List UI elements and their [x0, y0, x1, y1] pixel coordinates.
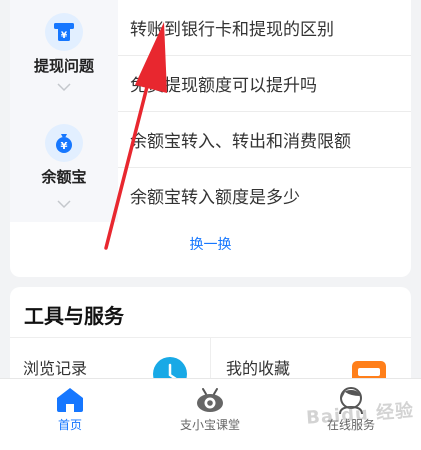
- tab-zhixiaobao-class[interactable]: 支小宝课堂: [140, 379, 280, 450]
- faq-card: ¥ 提现问题 ¥ 余额宝 转账到银行卡和提现的区别 免费提现额度可以提升吗 余额…: [10, 0, 411, 277]
- chevron-down-icon[interactable]: [56, 77, 72, 96]
- svg-text:¥: ¥: [61, 141, 68, 152]
- faq-category-label: 余额宝: [41, 168, 87, 186]
- tool-label: 浏览记录: [23, 359, 88, 378]
- faq-question[interactable]: 余额宝转入、转出和消费限额: [118, 112, 411, 168]
- faq-category-withdrawal[interactable]: ¥ 提现问题: [10, 0, 118, 112]
- section-title: 工具与服务: [24, 304, 124, 328]
- svg-text:¥: ¥: [61, 31, 68, 41]
- tab-label: 支小宝课堂: [179, 418, 240, 432]
- faq-question[interactable]: 余额宝转入额度是多少: [118, 167, 411, 223]
- chevron-down-icon[interactable]: [56, 194, 72, 213]
- faq-question[interactable]: 免费提现额度可以提升吗: [118, 56, 411, 112]
- faq-category-label: 提现问题: [34, 57, 95, 75]
- atm-card-icon: ¥: [45, 13, 83, 51]
- refresh-link[interactable]: 换一换: [10, 234, 411, 254]
- home-icon: [56, 387, 84, 417]
- faq-question[interactable]: 转账到银行卡和提现的区别: [118, 0, 411, 56]
- tool-label: 我的收藏: [226, 359, 291, 378]
- eye-icon: [195, 387, 225, 417]
- tab-home[interactable]: 首页: [0, 379, 140, 450]
- tab-label: 首页: [57, 418, 82, 432]
- faq-category-yuebao[interactable]: ¥ 余额宝: [10, 112, 118, 222]
- money-bag-icon: ¥: [45, 124, 83, 162]
